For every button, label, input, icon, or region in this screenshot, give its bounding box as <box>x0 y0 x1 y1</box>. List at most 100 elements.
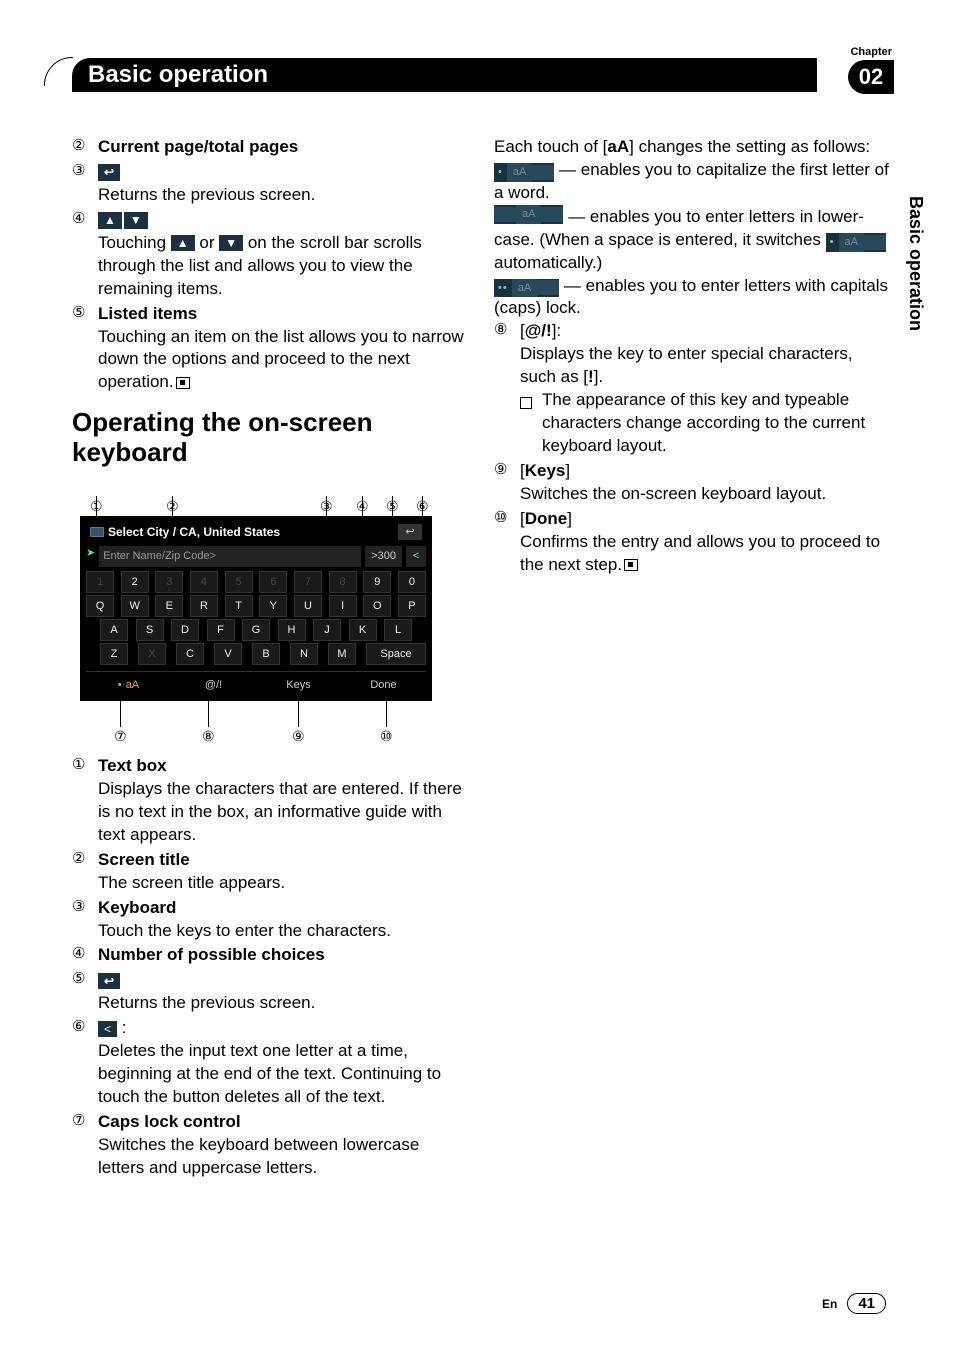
key[interactable]: M <box>328 643 356 665</box>
input-arrow-icon: ➤ <box>86 546 95 567</box>
key[interactable]: W <box>121 595 149 617</box>
key[interactable]: Q <box>86 595 114 617</box>
list-item: ② Screen titleThe screen title appears. <box>72 849 470 895</box>
item-title: Keyboard <box>98 898 176 917</box>
keyboard-back-icon[interactable]: ↩ <box>398 524 422 540</box>
key[interactable]: 4 <box>190 571 218 593</box>
key[interactable]: Z <box>100 643 128 665</box>
key[interactable]: H <box>278 619 306 641</box>
key[interactable]: G <box>242 619 270 641</box>
list-item: ⑤ ↩Returns the previous screen. <box>72 969 470 1015</box>
header-title: Basic operation <box>72 58 817 92</box>
item-note: The appearance of this key and typeable … <box>520 389 892 458</box>
key[interactable]: R <box>190 595 218 617</box>
keyboard-screen: Select City / CA, United States ↩ ➤ Ente… <box>80 516 432 701</box>
item-number: ④ <box>72 209 98 301</box>
list-item: ① Text boxDisplays the characters that a… <box>72 755 470 847</box>
callout: ⑦ <box>114 727 127 746</box>
caps-lower-icon: aA <box>494 205 563 224</box>
item-number: ⑤ <box>72 303 98 395</box>
item-desc: Touching ▲ or ▼ on the scroll bar scroll… <box>98 232 470 301</box>
chapter-number: 02 <box>848 60 894 94</box>
item-desc: Deletes the input text one letter at a t… <box>98 1040 470 1109</box>
item-label: [Done] <box>520 508 892 531</box>
item-desc: Touching an item on the list allows you … <box>98 326 470 395</box>
key[interactable]: O <box>363 595 391 617</box>
item-number: ⑥ <box>72 1017 98 1109</box>
key[interactable]: Y <box>259 595 287 617</box>
item-desc: Confirms the entry and allows you to pro… <box>520 531 892 577</box>
caps-lock-icon: ••aA <box>494 279 559 298</box>
key[interactable]: C <box>176 643 204 665</box>
keyboard-title: Select City / CA, United States <box>108 524 394 540</box>
keyboard-caps-button[interactable]: •aA <box>86 676 171 695</box>
item-label: [@/!]: <box>520 320 892 343</box>
key[interactable]: U <box>294 595 322 617</box>
caps-option: ••aA — enables you to enter letters with… <box>494 275 892 321</box>
item-desc: Returns the previous screen. <box>98 184 470 207</box>
key[interactable]: E <box>155 595 183 617</box>
key[interactable]: F <box>207 619 235 641</box>
back-icon: ↩ <box>98 973 120 989</box>
item-title: Caps lock control <box>98 1112 241 1131</box>
callout: ⑧ <box>202 727 215 746</box>
item-number: ⑨ <box>494 460 520 506</box>
list-item: ④ ▲ ▼ Touching ▲ or ▼ on the scroll bar s… <box>72 209 470 301</box>
scroll-up-icon: ▲ <box>98 212 122 228</box>
keyboard-figure: ① ② ③ ④ ⑤ ⑥ Select City / CA, <box>80 476 432 747</box>
keyboard-input[interactable]: Enter Name/Zip Code> <box>99 546 361 567</box>
key[interactable]: S <box>136 619 164 641</box>
key[interactable]: 5 <box>225 571 253 593</box>
key[interactable]: J <box>313 619 341 641</box>
list-item: ② Current page/total pages <box>72 136 470 159</box>
key[interactable]: 3 <box>155 571 183 593</box>
delete-icon: < <box>98 1021 117 1037</box>
keyboard-symbols-button[interactable]: @/! <box>171 676 256 695</box>
key[interactable]: 2 <box>121 571 149 593</box>
list-item: ⑥ < :Deletes the input text one letter a… <box>72 1017 470 1109</box>
keyboard-delete-icon[interactable]: < <box>406 546 426 567</box>
item-title: Current page/total pages <box>98 137 298 156</box>
list-item: ⑩ [Done] Confirms the entry and allows y… <box>494 508 892 577</box>
key[interactable]: X <box>138 643 166 665</box>
key[interactable]: K <box>349 619 377 641</box>
list-item: ⑤ Listed items Touching an item on the l… <box>72 303 470 395</box>
key[interactable]: A <box>100 619 128 641</box>
key[interactable]: P <box>398 595 426 617</box>
item-title: Screen title <box>98 850 190 869</box>
item-number: ③ <box>72 161 98 207</box>
flag-icon <box>90 527 104 537</box>
key[interactable]: 6 <box>259 571 287 593</box>
key-space[interactable]: Space <box>366 643 426 665</box>
list-item: ③ KeyboardTouch the keys to enter the ch… <box>72 897 470 943</box>
callouts-top: ① ② ③ ④ ⑤ ⑥ <box>80 476 432 516</box>
side-tab: Basic operation <box>894 188 926 448</box>
keyboard-count: >300 <box>365 546 402 567</box>
item-label: [Keys] <box>520 460 892 483</box>
item-desc: Touch the keys to enter the characters. <box>98 920 470 943</box>
key[interactable]: 7 <box>294 571 322 593</box>
page-header: Basic operation Chapter 02 <box>72 46 894 90</box>
key[interactable]: 8 <box>329 571 357 593</box>
item-number: ② <box>72 136 98 159</box>
key[interactable]: 1 <box>86 571 114 593</box>
key[interactable]: 9 <box>363 571 391 593</box>
key[interactable]: V <box>214 643 242 665</box>
key[interactable]: L <box>384 619 412 641</box>
caps-first-icon: •aA <box>826 233 886 252</box>
footer-lang: En <box>822 1297 837 1311</box>
key[interactable]: D <box>171 619 199 641</box>
key[interactable]: B <box>252 643 280 665</box>
keyboard-key-area: 1 2 3 4 5 6 7 8 9 0 Q <box>86 571 426 665</box>
keyboard-done-button[interactable]: Done <box>341 676 426 695</box>
keyboard-keys-button[interactable]: Keys <box>256 676 341 695</box>
scroll-down-icon: ▼ <box>219 235 243 251</box>
key[interactable]: 0 <box>398 571 426 593</box>
item-desc: The screen title appears. <box>98 872 470 895</box>
item-title: Listed items <box>98 304 197 323</box>
key[interactable]: N <box>290 643 318 665</box>
key[interactable]: T <box>225 595 253 617</box>
key[interactable]: I <box>329 595 357 617</box>
list-item: ④ Number of possible choices <box>72 944 470 967</box>
item-number: ① <box>72 755 98 847</box>
